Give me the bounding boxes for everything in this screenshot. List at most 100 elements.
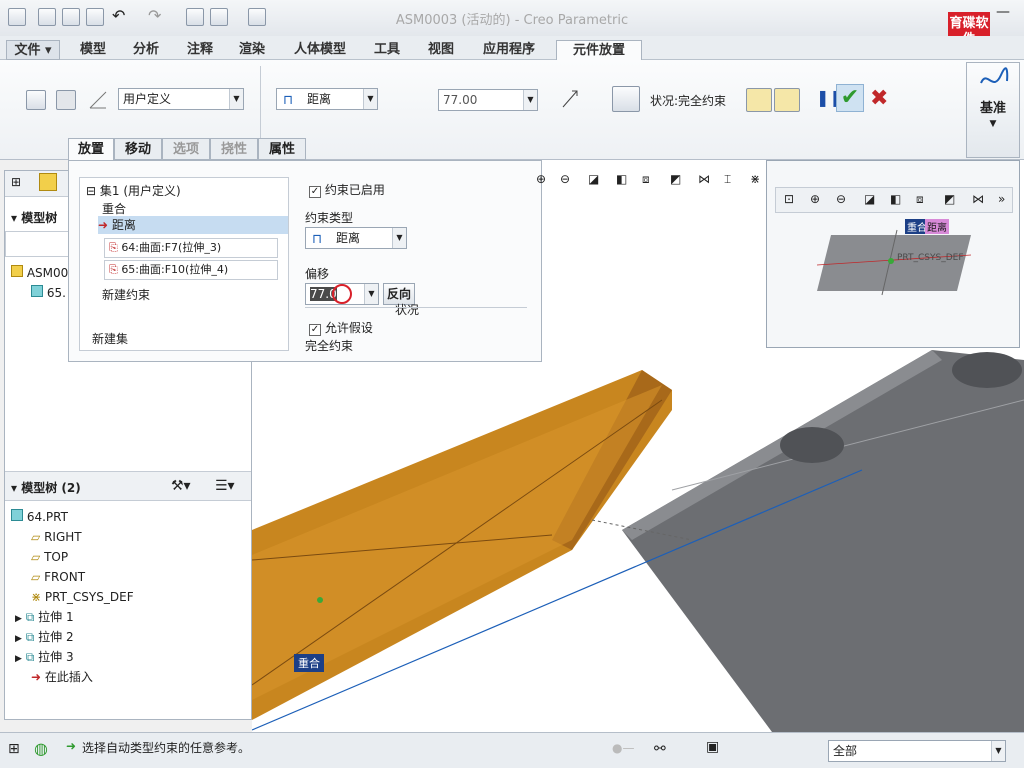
box-select-icon[interactable]: ▣	[706, 739, 719, 755]
toggle-icon[interactable]: ●—	[612, 741, 634, 755]
tree-item-right[interactable]: ▱ RIGHT	[31, 527, 82, 547]
tab-analysis[interactable]: 分析	[122, 40, 170, 60]
more-icon[interactable]: »	[998, 192, 1005, 206]
reference-1[interactable]: ⎘ 64:曲面:F7(拉伸_3)	[104, 238, 278, 258]
zoom-out-icon[interactable]: ⊖	[560, 172, 570, 186]
tab-component-placement[interactable]: 元件放置	[556, 40, 642, 60]
tree-item-extrude-3[interactable]: ▶ ⧉ 拉伸 3	[15, 647, 74, 667]
zoom-in-icon[interactable]: ⊕	[810, 192, 820, 206]
reference-2[interactable]: ⎘ 65:曲面:F10(拉伸_4)	[104, 260, 278, 280]
status-bar: ⊞ ◍ ➜ 选择自动类型约束的任意参考。 ●— ⚯ ▣ 全部 ▼	[0, 732, 1024, 768]
new-constraint-link[interactable]: 新建约束	[102, 286, 150, 303]
constraint-enabled-checkbox[interactable]: ✓ 约束已启用	[309, 181, 385, 198]
flip-icon[interactable]	[560, 88, 580, 110]
tab-properties[interactable]: 属性	[258, 138, 306, 160]
checkbox-check-icon: ✓	[309, 324, 321, 336]
tree-item-extrude-1[interactable]: ▶ ⧉ 拉伸 1	[15, 607, 74, 627]
tree-icon[interactable]: ⊞	[11, 175, 21, 189]
part-item[interactable]: 65.	[31, 285, 66, 300]
tree-item-top[interactable]: ▱ TOP	[31, 547, 68, 567]
display-style-icon[interactable]: ◩	[944, 192, 955, 206]
reorient-icon[interactable]: ◧	[616, 172, 627, 186]
zoom-in-icon[interactable]: ⊕	[536, 172, 546, 186]
user-defined-select[interactable]: 用户定义 ▼	[118, 88, 244, 110]
minimize-icon[interactable]: —	[996, 4, 1010, 20]
tab-applications[interactable]: 应用程序	[472, 40, 546, 60]
flex-icon[interactable]	[86, 88, 110, 112]
assembly-window-icon[interactable]	[774, 88, 800, 112]
tab-options[interactable]: 选项	[162, 138, 210, 160]
folder-icon[interactable]	[39, 173, 57, 191]
status-divider	[305, 307, 527, 308]
tree-item-insert-here[interactable]: ➜ 在此插入	[31, 667, 93, 687]
tab-tools[interactable]: 工具	[362, 40, 412, 60]
zoom-out-icon[interactable]: ⊖	[836, 192, 846, 206]
new-set-link[interactable]: 新建集	[92, 330, 128, 347]
tree-item-front[interactable]: ▱ FRONT	[31, 567, 85, 587]
full-constraint-status: 完全约束	[305, 339, 354, 353]
interface-icon[interactable]	[56, 90, 76, 110]
settings-icon[interactable]: ⚒▾	[171, 478, 191, 494]
constraint-coincident[interactable]: 重合	[102, 200, 126, 217]
chevron-down-icon: ▼	[989, 119, 997, 129]
tree-item-extrude-2[interactable]: ▶ ⧉ 拉伸 2	[15, 627, 74, 647]
refit-icon[interactable]: ◪	[588, 172, 599, 186]
expand-icon[interactable]: ▶	[15, 634, 22, 644]
datum-button[interactable]: 基准 ▼	[966, 62, 1020, 158]
edit-icon[interactable]	[26, 90, 46, 110]
current-arrow-icon: ➜	[98, 218, 109, 232]
allow-assumptions-checkbox[interactable]: ✓ 允许假设	[309, 319, 373, 336]
tab-annotate[interactable]: 注释	[176, 40, 224, 60]
saved-views-icon[interactable]: ⧈	[916, 192, 924, 207]
show-icon[interactable]: ☰▾	[215, 478, 235, 494]
tab-file[interactable]: 文件 ▾	[6, 40, 60, 60]
tab-view[interactable]: 视图	[416, 40, 466, 60]
globe-icon[interactable]: ◍	[34, 739, 48, 758]
csys-display-icon[interactable]: ⋇	[750, 172, 760, 186]
expand-icon[interactable]: ▶	[15, 654, 22, 664]
saved-views-icon[interactable]: ⧈	[642, 172, 650, 187]
mini-distance-tag[interactable]: 距离	[925, 219, 949, 234]
offset-field[interactable]: 77.0 ▼	[305, 283, 379, 305]
steel-part	[622, 350, 1024, 732]
separate-window-icon[interactable]	[746, 88, 772, 112]
offset-input[interactable]: 77.00 ▼	[438, 89, 538, 111]
coordinate-icon[interactable]	[612, 86, 640, 112]
checkbox-check-icon: ✓	[309, 186, 321, 198]
tree-item-csys[interactable]: ⋇ PRT_CSYS_DEF	[31, 587, 134, 607]
constraint-distance[interactable]: ➜ 距离	[98, 216, 288, 234]
offset-label: 偏移	[305, 267, 330, 281]
tree-item-part[interactable]: 64.PRT	[11, 507, 68, 527]
distance-icon: ⊓	[283, 93, 294, 108]
tab-render[interactable]: 渲染	[228, 40, 276, 60]
tree2-title: ▾ 模型树 (2)	[11, 481, 81, 495]
zoom-fit-icon[interactable]: ⊡	[784, 192, 794, 206]
set-item[interactable]: ⊟ 集1 (用户定义)	[86, 182, 181, 199]
tree-icon[interactable]: ⊞	[8, 741, 20, 757]
expand-icon[interactable]: ▶	[15, 614, 22, 624]
constraint-type-select[interactable]: ⊓ 距离 ▼	[276, 88, 378, 110]
datum-display-icon[interactable]: ⋈	[698, 172, 710, 186]
tab-model[interactable]: 模型	[66, 40, 120, 60]
refit-icon[interactable]: ◪	[864, 192, 875, 206]
plane-display-icon[interactable]: ⌶	[724, 172, 731, 187]
constraint-type-dropdown[interactable]: ⊓ 距离 ▼	[305, 227, 407, 249]
filter-select[interactable]: 全部 ▼	[828, 740, 1006, 762]
coincident-tag[interactable]: 重合	[294, 654, 324, 672]
tab-manikin[interactable]: 人体模型	[284, 40, 356, 60]
display-style-icon[interactable]: ◩	[670, 172, 681, 186]
tab-placement[interactable]: 放置	[68, 138, 114, 160]
reorient-icon[interactable]: ◧	[890, 192, 901, 206]
tab-move[interactable]: 移动	[114, 138, 162, 160]
asm-root-item[interactable]: ASM00	[11, 265, 68, 280]
window-title: ASM0003 (活动的) - Creo Parametric	[395, 13, 629, 28]
surface-icon: ⎘	[109, 241, 118, 254]
mini-csys-label: PRT_CSYS_DEF	[897, 253, 964, 263]
cancel-button[interactable]: ✖	[870, 86, 888, 111]
tab-flexibility[interactable]: 挠性	[210, 138, 258, 160]
datum-display-icon[interactable]: ⋈	[972, 192, 984, 206]
component-preview	[816, 229, 972, 296]
datum-plane-icon: ▱	[31, 550, 41, 564]
confirm-button[interactable]: ✔	[836, 84, 864, 112]
find-icon[interactable]: ⚯	[654, 741, 666, 757]
